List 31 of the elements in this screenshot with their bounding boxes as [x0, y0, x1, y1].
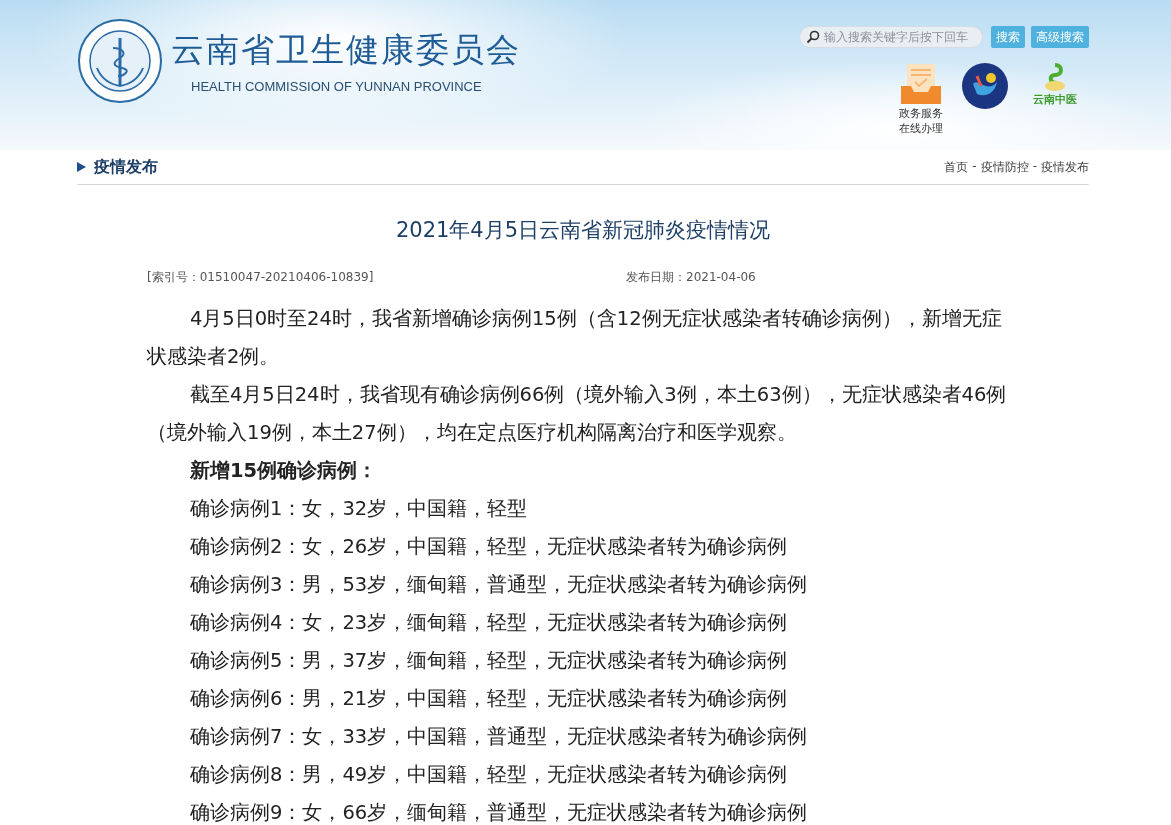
breadcrumb-link[interactable]: 疫情发布: [1041, 158, 1089, 176]
case-line: 确诊病例4：女，23岁，缅甸籍，轻型，无症状感染者转为确诊病例: [190, 610, 788, 636]
service-label[interactable]: 政务服务 在线办理: [899, 106, 943, 136]
breadcrumb-link[interactable]: 疫情防控: [980, 158, 1029, 176]
emblem-icon: [77, 18, 163, 104]
search-icon: [806, 30, 820, 44]
case-line: 确诊病例3：男，53岁，缅甸籍，普通型，无症状感染者转为确诊病例: [190, 572, 808, 598]
site-subtitle: HEALTH COMMISSION OF YUNNAN PROVINCE: [190, 79, 483, 94]
breadcrumb-link[interactable]: 首页: [944, 158, 969, 176]
index-number: [索引号：01510047-20210406-10839]: [147, 269, 375, 286]
site-title: 云南省卫生健康委员会: [171, 29, 521, 71]
case-line: 确诊病例7：女，33岁，中国籍，普通型，无症状感染者转为确诊病例: [190, 724, 808, 750]
inbox-icon[interactable]: [899, 62, 943, 106]
case-line: 确诊病例1：女，32岁，中国籍，轻型: [190, 496, 528, 522]
case-line: 确诊病例9：女，66岁，缅甸籍，普通型，无症状感染者转为确诊病例: [190, 800, 808, 825]
breadcrumb-separator: -: [1032, 158, 1037, 175]
article-title: 2021年4月5日云南省新冠肺炎疫情情况: [394, 217, 772, 244]
round-logo-icon[interactable]: [961, 62, 1009, 110]
case-line: 确诊病例8：男，49岁，中国籍，轻型，无症状感染者转为确诊病例: [190, 762, 788, 788]
case-line: 确诊病例2：女，26岁，中国籍，轻型，无症状感染者转为确诊病例: [190, 534, 788, 560]
cases-heading: 新增15例确诊病例：: [190, 458, 379, 484]
paragraph: 4月5日0时至24时，我省新增确诊病例15例（含12例无症状感染者转确诊病例），新增无症状感染者2例。: [147, 306, 1003, 370]
breadcrumb-separator: -: [972, 158, 977, 175]
logo-text: 云南中医: [1033, 92, 1077, 107]
case-line: 确诊病例5：男，37岁，缅甸籍，轻型，无症状感染者转为确诊病例: [190, 648, 788, 674]
case-line: 确诊病例6：男，21岁，中国籍，轻型，无症状感染者转为确诊病例: [190, 686, 788, 712]
triangle-icon: [77, 162, 86, 172]
section-title: 疫情发布: [94, 156, 158, 178]
publish-date: 发布日期：2021-04-06: [626, 269, 756, 286]
paragraph: 截至4月5日24时，我省现有确诊病例66例（境外输入3例，本土63例），无症状感染者46例（境外输入19例，本土27例），均在定点医疗机构隔离治疗和医学观察。: [147, 382, 1008, 446]
search-field[interactable]: 输入搜索关键字后按下回车: [799, 26, 983, 48]
